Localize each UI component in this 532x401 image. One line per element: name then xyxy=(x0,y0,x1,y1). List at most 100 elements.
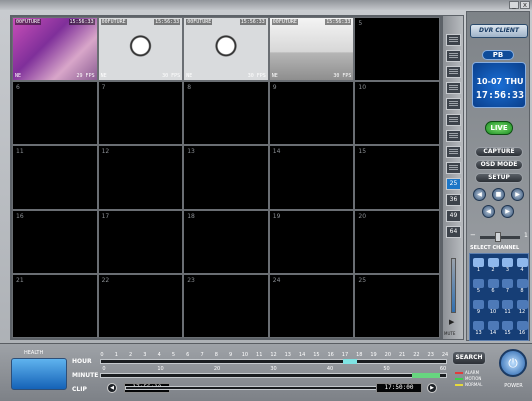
hour-marker[interactable] xyxy=(343,359,357,364)
view-layout-button[interactable] xyxy=(446,130,461,142)
camera-cell-19[interactable]: 19 xyxy=(268,209,355,274)
camera-cell-14[interactable]: 14 xyxy=(268,145,355,210)
clip-track[interactable] xyxy=(125,386,410,390)
volume-slider[interactable] xyxy=(451,258,456,313)
camera-cell-20[interactable]: 20 xyxy=(354,209,440,274)
camera-cell-6[interactable]: 6 xyxy=(12,81,98,146)
view-layout-button[interactable]: 36 xyxy=(446,194,461,206)
view-layout-button[interactable]: 49 xyxy=(446,210,461,222)
channel-button-2[interactable]: 2 xyxy=(487,258,500,274)
camera-overlay-text: 29 FPS xyxy=(76,73,95,80)
hour-tick-label: 23 xyxy=(427,352,434,358)
camera-cell-2[interactable]: 00FUTURE 15:56:33 NE 30 FPS xyxy=(97,17,184,82)
power-button[interactable]: ⏻ xyxy=(499,349,527,377)
camera-cell-23[interactable]: 23 xyxy=(183,273,269,338)
live-button[interactable]: LIVE xyxy=(485,121,513,135)
arrow-left-icon[interactable]: ◀ xyxy=(473,188,486,201)
mute-label[interactable]: MUTE xyxy=(444,331,455,336)
camera-overlay-text: 15:56:33 xyxy=(239,19,266,25)
view-layout-button[interactable] xyxy=(446,146,461,158)
camera-cell-8[interactable]: 8 xyxy=(183,81,269,146)
camera-cell-24[interactable]: 24 xyxy=(268,273,355,338)
camera-cell-11[interactable]: 11 xyxy=(12,145,98,210)
channel-button-11[interactable]: 11 xyxy=(501,300,514,316)
zoom-minus-icon[interactable]: − xyxy=(470,231,476,239)
camera-cell-22[interactable]: 22 xyxy=(97,273,184,338)
search-button[interactable]: SEARCH xyxy=(452,351,486,365)
channel-button-1[interactable]: 1 xyxy=(472,258,485,274)
zoom-slider-knob[interactable] xyxy=(495,232,501,242)
channel-number: 9 xyxy=(476,309,481,315)
camera-overlay-text: 30 FPS xyxy=(333,73,352,80)
view-layout-button[interactable] xyxy=(446,34,461,46)
camera-cell-9[interactable]: 9 xyxy=(268,81,355,146)
camera-cell-18[interactable]: 18 xyxy=(183,209,269,274)
channel-button-8[interactable]: 8 xyxy=(516,279,529,295)
time-display: 17:56:33 xyxy=(475,90,525,101)
channel-button-4[interactable]: 4 xyxy=(516,258,529,274)
view-layout-button[interactable] xyxy=(446,98,461,110)
hour-tick-label: 7 xyxy=(200,352,204,358)
camera-number: 25 xyxy=(358,276,367,284)
channel-button-5[interactable]: 5 xyxy=(472,279,485,295)
view-layout-button[interactable] xyxy=(446,162,461,174)
channel-button-15[interactable]: 15 xyxy=(501,321,514,337)
hour-tick-label: 16 xyxy=(327,352,334,358)
camera-cell-12[interactable]: 12 xyxy=(97,145,184,210)
camera-icon xyxy=(487,321,499,330)
minimize-button[interactable]: _ xyxy=(509,1,519,9)
camera-overlay-text: 30 FPS xyxy=(247,73,266,80)
hour-track[interactable] xyxy=(100,359,447,364)
channel-button-7[interactable]: 7 xyxy=(501,279,514,295)
camera-cell-17[interactable]: 17 xyxy=(97,209,184,274)
clip-end-time[interactable]: 17:50:00 xyxy=(376,383,422,393)
clip-next-icon[interactable]: ▶ xyxy=(427,383,437,393)
minute-track[interactable] xyxy=(100,373,447,378)
camera-number: 7 xyxy=(101,84,106,92)
channel-button-14[interactable]: 14 xyxy=(487,321,500,337)
clip-prev-icon[interactable]: ◀ xyxy=(107,383,117,393)
camera-cell-16[interactable]: 16 xyxy=(12,209,98,274)
step-back-icon[interactable]: ◀ xyxy=(482,205,495,218)
channel-button-6[interactable]: 6 xyxy=(487,279,500,295)
minute-marker[interactable] xyxy=(412,373,440,378)
view-layout-button[interactable] xyxy=(446,114,461,126)
camera-cell-10[interactable]: 10 xyxy=(354,81,440,146)
channel-button-9[interactable]: 9 xyxy=(472,300,485,316)
channel-button-13[interactable]: 13 xyxy=(472,321,485,337)
camera-icon xyxy=(487,279,499,288)
camera-cell-13[interactable]: 13 xyxy=(183,145,269,210)
view-layout-button[interactable] xyxy=(446,50,461,62)
camera-cell-15[interactable]: 15 xyxy=(354,145,440,210)
view-layout-button[interactable]: 64 xyxy=(446,226,461,238)
minute-tick-label: 10 xyxy=(157,366,164,372)
stop-icon[interactable]: ■ xyxy=(492,188,505,201)
camera-cell-3[interactable]: 00FUTURE 15:56:33 NE 30 FPS xyxy=(183,17,269,82)
camera-overlay-text: 15:56:33 xyxy=(154,19,181,25)
capture-button[interactable]: CAPTURE xyxy=(475,147,523,157)
zoom-value: 1 xyxy=(524,232,528,239)
camera-icon xyxy=(473,258,484,267)
camera-cell-21[interactable]: 21 xyxy=(12,273,98,338)
channel-button-3[interactable]: 3 xyxy=(501,258,514,274)
channel-button-12[interactable]: 12 xyxy=(516,300,529,316)
step-forward-icon[interactable]: ▶ xyxy=(501,205,514,218)
setup-button[interactable]: SETUP xyxy=(475,173,523,183)
camera-cell-4[interactable]: 00FUTURE 15:56:33 NE 30 FPS xyxy=(268,17,355,82)
camera-cell-5[interactable]: 5 xyxy=(354,17,440,82)
view-layout-button[interactable] xyxy=(446,66,461,78)
audio-play-icon[interactable]: ▶ xyxy=(449,318,454,326)
channel-button-16[interactable]: 16 xyxy=(516,321,529,337)
arrow-right-icon[interactable]: ▶ xyxy=(511,188,524,201)
camera-cell-7[interactable]: 7 xyxy=(97,81,184,146)
osd-mode-button[interactable]: OSD MODE xyxy=(475,160,523,170)
date-display: 10-07 THU xyxy=(476,77,524,86)
channel-number: 16 xyxy=(518,330,526,336)
camera-cell-1[interactable]: 00FUTURE 15:56:33 NE 29 FPS xyxy=(12,17,98,82)
camera-cell-25[interactable]: 25 xyxy=(354,273,440,338)
view-layout-button[interactable]: 25 xyxy=(446,178,461,190)
hour-tick-label: 15 xyxy=(313,352,320,358)
view-layout-button[interactable] xyxy=(446,82,461,94)
channel-button-10[interactable]: 10 xyxy=(487,300,500,316)
close-button[interactable]: x xyxy=(520,1,530,9)
